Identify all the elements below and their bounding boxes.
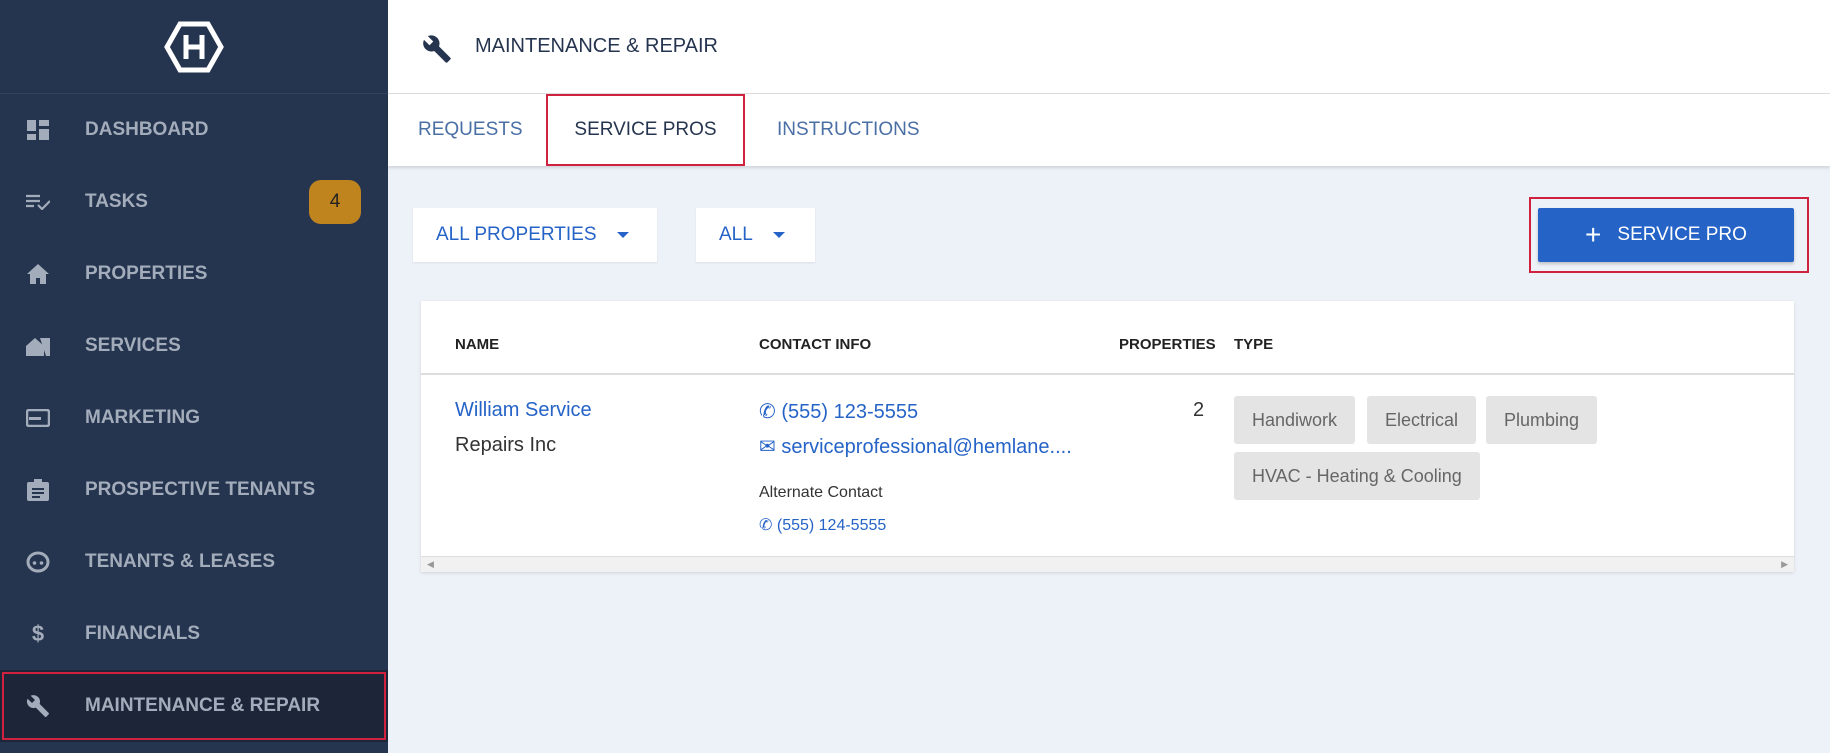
tab-instructions[interactable]: INSTRUCTIONS <box>777 94 920 166</box>
email-icon: ✉ <box>759 436 776 458</box>
wrench-icon <box>422 34 452 69</box>
column-header-contact[interactable]: CONTACT INFO <box>759 336 871 353</box>
caret-down-icon <box>772 232 785 238</box>
type-chip: Electrical <box>1367 396 1477 444</box>
alternate-phone-link[interactable]: ✆ (555) 124-5555 <box>759 515 886 535</box>
dollar-icon: $ <box>31 621 45 646</box>
company-name: Repairs Inc <box>455 434 557 456</box>
service-pros-table: NAME CONTACT INFO PROPERTIES TYPE Willia… <box>421 301 1794 572</box>
dashboard-icon <box>26 118 50 142</box>
page-header: MAINTENANCE & REPAIR <box>388 0 1830 94</box>
wrench-icon <box>26 694 50 718</box>
marketing-icon <box>26 406 50 430</box>
service-pro-name-link[interactable]: William Service <box>455 399 592 422</box>
services-icon <box>26 334 50 358</box>
caret-down-icon <box>616 232 629 238</box>
type-chip: HVAC - Heating & Cooling <box>1234 452 1480 500</box>
sidebar-item-dashboard[interactable]: DASHBOARD <box>0 94 388 166</box>
scroll-left-icon[interactable]: ◀ <box>427 559 434 570</box>
tasks-icon <box>26 190 50 214</box>
column-header-properties[interactable]: PROPERTIES <box>1119 336 1216 353</box>
sidebar-item-properties[interactable]: PROPERTIES <box>0 238 388 310</box>
logo[interactable] <box>0 0 388 94</box>
type-chip: Plumbing <box>1486 396 1598 444</box>
sidebar-item-financials[interactable]: $ FINANCIALS <box>0 598 388 670</box>
sidebar-item-tenants-leases[interactable]: TENANTS & LEASES <box>0 526 388 598</box>
phone-icon: ✆ <box>759 517 773 534</box>
sidebar: DASHBOARD TASKS 4 PROPERTIES SERVICES MAR… <box>0 0 388 753</box>
sidebar-item-maintenance-repair[interactable]: MAINTENANCE & REPAIR <box>0 670 388 742</box>
page-title: MAINTENANCE & REPAIR <box>475 35 718 57</box>
type-chip: Handiwork <box>1234 396 1356 444</box>
scroll-right-icon[interactable]: ▶ <box>1781 559 1788 570</box>
alternate-contact-label: Alternate Contact <box>759 484 883 501</box>
tab-bar: REQUESTS SERVICE PROS INSTRUCTIONS <box>388 94 1830 166</box>
add-service-pro-button[interactable]: + SERVICE PRO <box>1538 208 1794 262</box>
tab-requests[interactable]: REQUESTS <box>418 94 523 166</box>
email-link[interactable]: ✉ serviceprofessional@hemlane.... <box>759 434 1072 459</box>
sidebar-item-services[interactable]: SERVICES <box>0 310 388 382</box>
plus-icon: + <box>1585 219 1602 250</box>
sidebar-item-marketing[interactable]: MARKETING <box>0 382 388 454</box>
face-icon <box>26 550 50 574</box>
horizontal-scrollbar[interactable]: ◀ ▶ <box>421 556 1794 572</box>
property-filter-dropdown[interactable]: ALL PROPERTIES <box>413 208 657 262</box>
tab-service-pros[interactable]: SERVICE PROS <box>546 94 745 166</box>
type-filter-dropdown[interactable]: ALL <box>696 208 815 262</box>
column-header-type[interactable]: TYPE <box>1234 336 1273 353</box>
column-header-name[interactable]: NAME <box>455 336 499 353</box>
divider <box>421 373 1794 375</box>
phone-link[interactable]: ✆ (555) 123-5555 <box>759 399 918 424</box>
properties-count: 2 <box>1193 399 1205 421</box>
home-icon <box>26 262 50 286</box>
clipboard-icon <box>26 478 50 502</box>
type-filter-value: ALL <box>719 224 753 245</box>
sidebar-item-tasks[interactable]: TASKS 4 <box>0 166 388 238</box>
phone-icon: ✆ <box>759 401 776 423</box>
sidebar-item-prospective-tenants[interactable]: PROSPECTIVE TENANTS <box>0 454 388 526</box>
property-filter-value: ALL PROPERTIES <box>436 224 597 245</box>
tasks-count-badge: 4 <box>309 180 361 224</box>
